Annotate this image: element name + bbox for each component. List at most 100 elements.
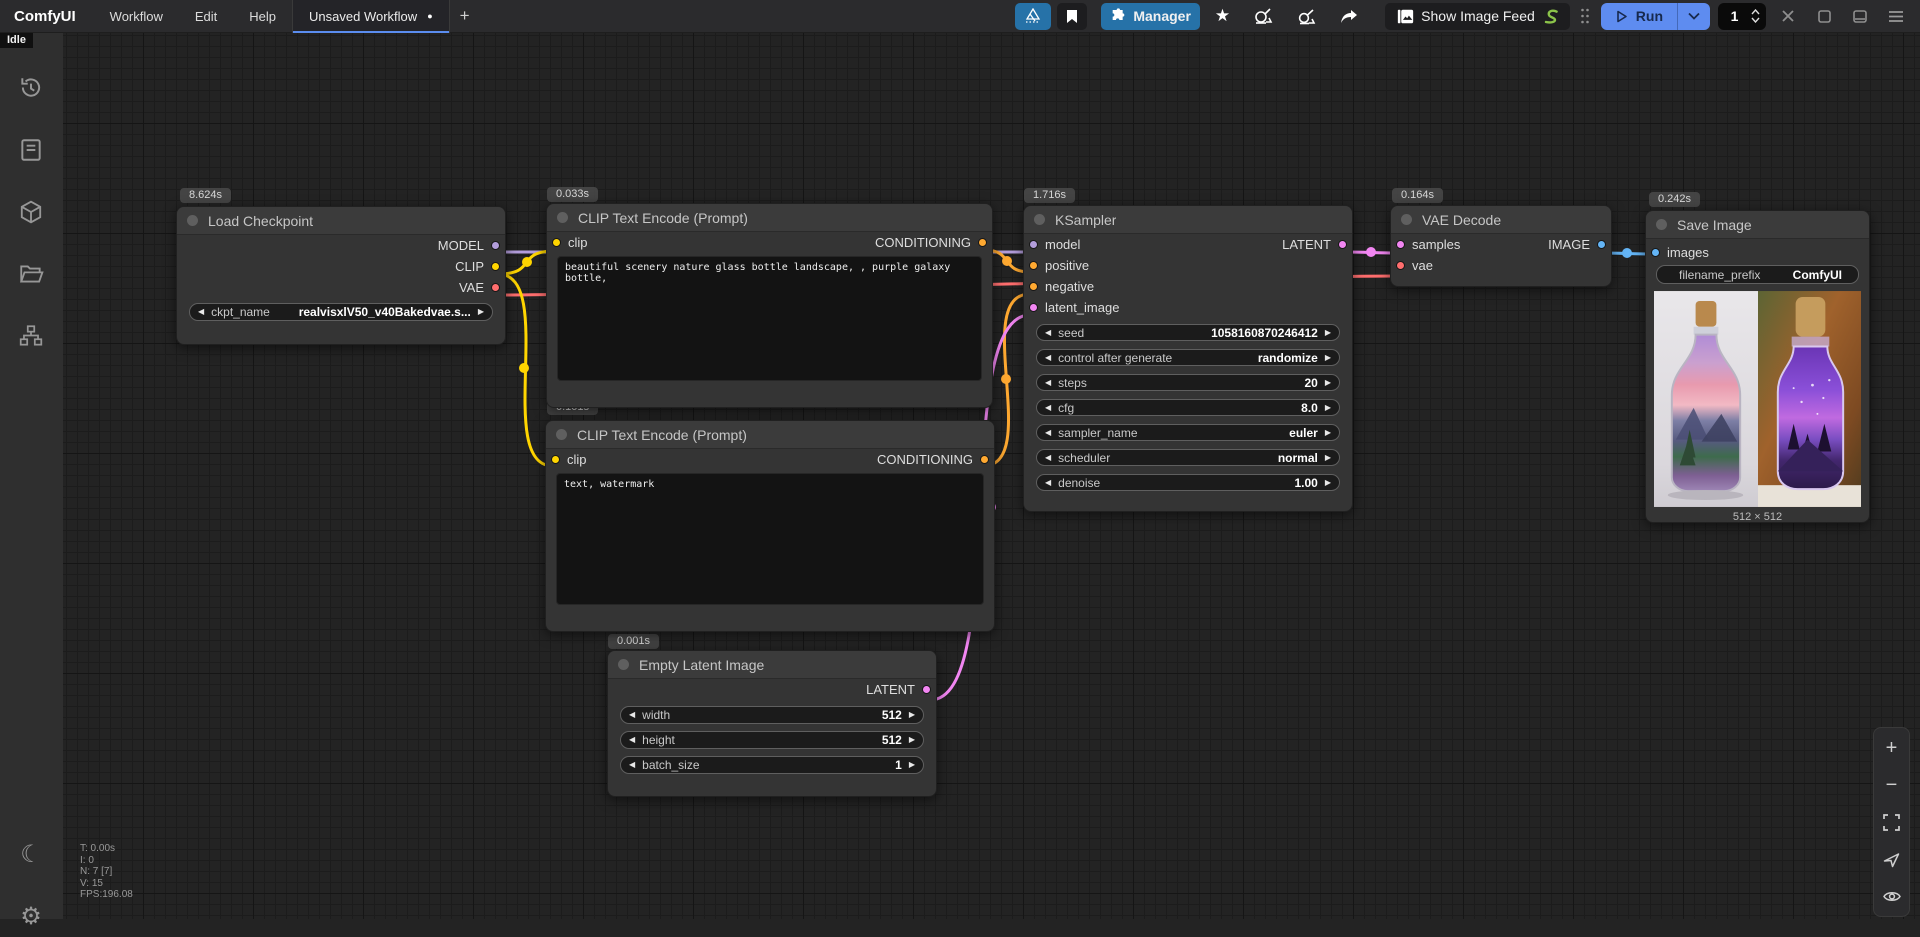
next-arrow-icon[interactable]: ▶ (1325, 379, 1331, 387)
node-header[interactable]: KSampler (1024, 206, 1352, 234)
widget-cfg[interactable]: ◀ cfg 8.0 ▶ (1036, 399, 1340, 416)
node-clip-text-encode-negative[interactable]: CLIP Text Encode (Prompt) clip CONDITION… (545, 420, 995, 632)
input-slot-samples[interactable]: samples (1396, 237, 1460, 252)
menu-workflow[interactable]: Workflow (94, 0, 179, 33)
widget-denoise[interactable]: ◀ denoise 1.00 ▶ (1036, 474, 1340, 491)
slot-dot-conditioning[interactable] (1029, 261, 1038, 270)
slot-dot-image[interactable] (1651, 248, 1660, 257)
sidebar-item-node-map[interactable] (11, 316, 51, 356)
run-button[interactable]: Run (1601, 3, 1677, 30)
dock-panel-button[interactable] (1842, 3, 1878, 30)
spinner-up-icon[interactable] (1751, 9, 1760, 15)
output-slot-latent[interactable]: LATENT (1282, 237, 1347, 252)
node-header[interactable]: Empty Latent Image (608, 651, 936, 679)
plugin-button-b[interactable] (1288, 3, 1325, 30)
widget-width[interactable]: ◀ width 512 ▶ (620, 706, 924, 724)
next-arrow-icon[interactable]: ▶ (909, 736, 915, 744)
prev-arrow-icon[interactable]: ◀ (629, 711, 635, 719)
collapse-dot[interactable] (618, 659, 629, 670)
show-image-feed-button[interactable]: Show Image Feed (1385, 3, 1570, 30)
widget-scheduler[interactable]: ◀ scheduler normal ▶ (1036, 449, 1340, 466)
sketch-tool-button[interactable] (1015, 3, 1051, 30)
input-slot-images[interactable]: images (1651, 245, 1709, 260)
slot-dot-model[interactable] (491, 241, 500, 250)
batch-count-stepper[interactable]: 1 (1718, 3, 1766, 30)
slot-dot-latent[interactable] (922, 685, 931, 694)
collapse-dot[interactable] (557, 212, 568, 223)
collapse-dot[interactable] (1034, 214, 1045, 225)
widget-batch-size[interactable]: ◀ batch_size 1 ▶ (620, 756, 924, 774)
prev-arrow-icon[interactable]: ◀ (1045, 354, 1051, 362)
slot-dot-vae[interactable] (491, 283, 500, 292)
prev-arrow-icon[interactable]: ◀ (1045, 329, 1051, 337)
prompt-textarea[interactable]: text, watermark (556, 473, 984, 605)
prompt-textarea[interactable]: beautiful scenery nature glass bottle la… (557, 256, 982, 381)
prev-arrow-icon[interactable]: ◀ (1045, 379, 1051, 387)
select-mode-button[interactable] (1881, 848, 1903, 870)
widget-sampler-name[interactable]: ◀ sampler_name euler ▶ (1036, 424, 1340, 441)
menu-edit[interactable]: Edit (179, 0, 233, 33)
output-slot-image[interactable]: IMAGE (1548, 237, 1606, 252)
interrupt-button[interactable] (1770, 3, 1806, 30)
node-save-image[interactable]: Save Image images filename_prefix ComfyU… (1645, 210, 1870, 523)
next-arrow-icon[interactable]: ▶ (909, 711, 915, 719)
fit-view-button[interactable] (1881, 811, 1903, 833)
bookmark-button[interactable] (1057, 3, 1087, 30)
prev-arrow-icon[interactable]: ◀ (198, 308, 204, 316)
slot-dot-vae[interactable] (1396, 261, 1405, 270)
node-header[interactable]: VAE Decode (1391, 206, 1611, 234)
node-header[interactable]: Save Image (1646, 211, 1869, 239)
node-load-checkpoint[interactable]: Load Checkpoint MODEL CLIP VAE ◀ ckpt_na… (176, 206, 506, 345)
output-slot-conditioning[interactable]: CONDITIONING (875, 235, 987, 250)
sidebar-item-model-library[interactable] (11, 192, 51, 232)
slot-dot-conditioning[interactable] (980, 455, 989, 464)
widget-ckpt-name[interactable]: ◀ ckpt_name realvisxlV50_v40Bakedvae.s..… (189, 303, 493, 321)
slot-dot-latent[interactable] (1338, 240, 1347, 249)
slot-dot-model[interactable] (1029, 240, 1038, 249)
spinner-down-icon[interactable] (1751, 17, 1760, 23)
prev-arrow-icon[interactable]: ◀ (629, 736, 635, 744)
prev-arrow-icon[interactable]: ◀ (1045, 479, 1051, 487)
node-clip-text-encode-positive[interactable]: CLIP Text Encode (Prompt) clip CONDITION… (546, 203, 993, 408)
input-slot-clip[interactable]: clip (552, 235, 588, 250)
node-empty-latent-image[interactable]: Empty Latent Image LATENT ◀ width 512 ▶ … (607, 650, 937, 797)
next-arrow-icon[interactable]: ▶ (1325, 479, 1331, 487)
generated-image-2[interactable] (1758, 290, 1861, 508)
widget-height[interactable]: ◀ height 512 ▶ (620, 731, 924, 749)
input-slot-positive[interactable]: positive (1029, 258, 1089, 273)
manager-button[interactable]: Manager (1101, 3, 1200, 30)
collapse-dot[interactable] (1656, 219, 1667, 230)
next-arrow-icon[interactable]: ▶ (909, 761, 915, 769)
plugin-button-a[interactable] (1245, 3, 1282, 30)
collapse-dot[interactable] (556, 429, 567, 440)
collapse-dot[interactable] (187, 215, 198, 226)
drag-handle[interactable] (1576, 3, 1594, 30)
widget-filename-prefix[interactable]: filename_prefix ComfyUI (1656, 265, 1859, 284)
zoom-in-button[interactable]: + (1881, 737, 1903, 759)
output-slot-clip[interactable]: CLIP (455, 259, 500, 274)
input-slot-negative[interactable]: negative (1029, 279, 1094, 294)
zoom-out-button[interactable]: − (1881, 774, 1903, 796)
next-arrow-icon[interactable]: ▶ (1325, 329, 1331, 337)
next-arrow-icon[interactable]: ▶ (1325, 404, 1331, 412)
slot-dot-clip[interactable] (552, 238, 561, 247)
widget-seed[interactable]: ◀ seed 1058160870246412 ▶ (1036, 324, 1340, 341)
generated-image-1[interactable] (1654, 290, 1758, 508)
theme-toggle-button[interactable]: ☾ (11, 835, 51, 875)
output-slot-model[interactable]: MODEL (438, 238, 500, 253)
maximize-button[interactable] (1806, 3, 1842, 30)
input-slot-vae[interactable]: vae (1396, 258, 1433, 273)
next-arrow-icon[interactable]: ▶ (1325, 429, 1331, 437)
slot-dot-clip[interactable] (491, 262, 500, 271)
output-slot-vae[interactable]: VAE (459, 280, 500, 295)
new-workflow-button[interactable]: + (450, 0, 480, 33)
node-header[interactable]: CLIP Text Encode (Prompt) (546, 421, 994, 449)
settings-button[interactable]: ⚙ (11, 897, 51, 937)
node-vae-decode[interactable]: VAE Decode samples IMAGE vae (1390, 205, 1612, 287)
prev-arrow-icon[interactable]: ◀ (1045, 454, 1051, 462)
input-slot-latent-image[interactable]: latent_image (1029, 300, 1119, 315)
overflow-menu-button[interactable] (1878, 3, 1914, 30)
node-header[interactable]: Load Checkpoint (177, 207, 505, 235)
output-slot-conditioning[interactable]: CONDITIONING (877, 452, 989, 467)
widget-steps[interactable]: ◀ steps 20 ▶ (1036, 374, 1340, 391)
